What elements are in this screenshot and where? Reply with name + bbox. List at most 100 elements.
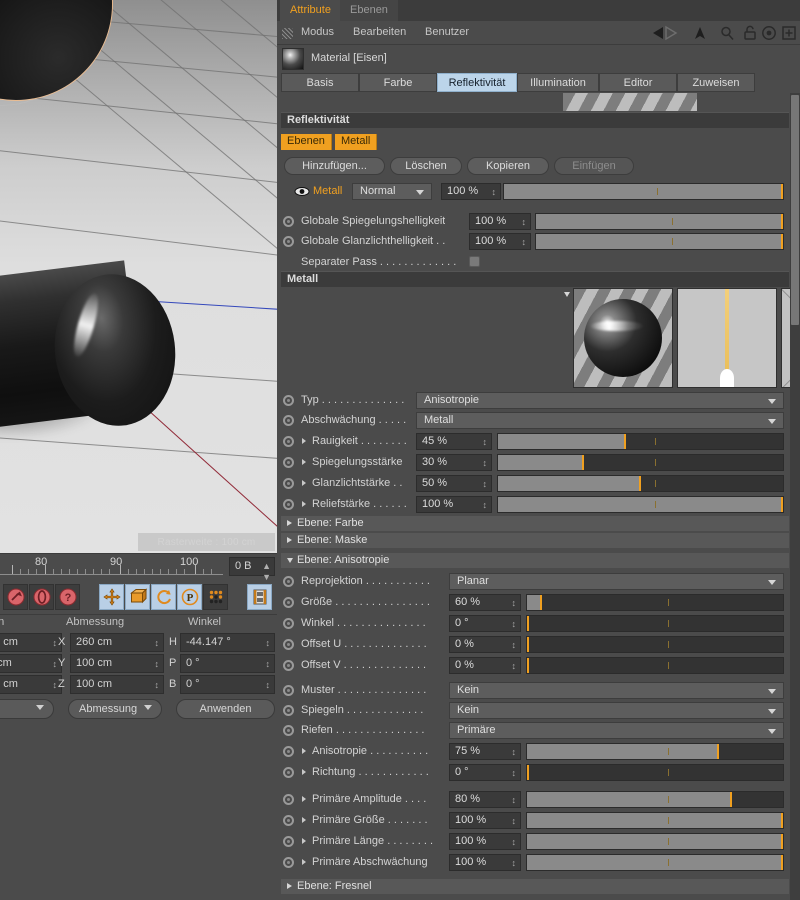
spinner-icon[interactable]: ↕	[266, 676, 271, 693]
tab-illumination[interactable]: Illumination	[517, 73, 599, 92]
expand-arrow-icon[interactable]	[302, 769, 306, 775]
reprojektion-dropdown[interactable]: Planar	[449, 573, 784, 590]
spinner-icon[interactable]: ↕	[512, 660, 517, 672]
offset-v-slider[interactable]	[526, 657, 784, 674]
global-reflection-field[interactable]: 100 % ↕	[469, 213, 531, 230]
lock-icon[interactable]	[742, 25, 758, 44]
dimension-x-field[interactable]: 260 cm ↕	[70, 633, 164, 652]
animate-radio-icon[interactable]	[283, 660, 294, 671]
position-z-field[interactable]: 87 cm ↕	[0, 675, 62, 694]
spinner-icon[interactable]: ↕	[483, 436, 488, 448]
help-question-icon[interactable]: ?	[55, 584, 80, 610]
animate-radio-icon[interactable]	[283, 815, 294, 826]
layer-blend-dropdown[interactable]: Normal	[352, 183, 432, 200]
animate-radio-icon[interactable]	[283, 725, 294, 736]
menu-bearbeiten[interactable]: Bearbeiten	[353, 26, 406, 38]
layer-row-metall[interactable]: Metall Normal 100 % ↕	[277, 181, 800, 203]
spiegelungsstaerke-slider[interactable]	[497, 454, 784, 471]
position-y-field[interactable]: 5 cm ↕	[0, 654, 62, 673]
groesse-slider[interactable]	[526, 594, 784, 611]
current-frame-field[interactable]: 0 B ▲ ▼	[229, 557, 275, 582]
angle-b-field[interactable]: 0 ° ↕	[180, 675, 275, 694]
animate-radio-icon[interactable]	[283, 767, 294, 778]
move-lock-icon[interactable]	[3, 584, 28, 610]
spinner-icon[interactable]: ↕	[512, 794, 517, 806]
subtab-metall[interactable]: Metall	[335, 134, 378, 150]
eye-icon[interactable]	[294, 186, 310, 197]
spinner-icon[interactable]: ↕	[522, 236, 527, 248]
offset-u-slider[interactable]	[526, 636, 784, 653]
expand-arrow-icon[interactable]	[302, 438, 306, 444]
primaere-groesse-slider[interactable]	[526, 812, 784, 829]
expand-arrow-icon[interactable]	[302, 501, 306, 507]
animate-radio-icon[interactable]	[283, 576, 294, 587]
sphere-object[interactable]	[0, 0, 112, 100]
subtab-ebenen[interactable]: Ebenen	[281, 134, 332, 150]
dots-grid-icon[interactable]	[203, 584, 228, 610]
animate-radio-icon[interactable]	[283, 746, 294, 757]
coord-size-dropdown[interactable]: Abmessung	[68, 699, 162, 719]
primaere-abschwaechung-slider[interactable]	[526, 854, 784, 871]
tab-attribute[interactable]: Attribute	[280, 0, 341, 21]
expand-arrow-icon[interactable]	[302, 817, 306, 823]
plus-icon[interactable]	[781, 25, 797, 44]
animate-radio-icon[interactable]	[283, 705, 294, 716]
sublayer-header-farbe[interactable]: Ebene: Farbe	[281, 516, 789, 531]
separate-pass-checkbox[interactable]	[469, 256, 480, 267]
riefen-dropdown[interactable]: Primäre	[449, 722, 784, 739]
animate-radio-icon[interactable]	[283, 597, 294, 608]
animate-radio-icon[interactable]	[283, 216, 294, 227]
animate-radio-icon[interactable]	[283, 415, 294, 426]
delete-layer-button[interactable]: Löschen	[390, 157, 462, 175]
muster-dropdown[interactable]: Kein	[449, 682, 784, 699]
anisotropie-field[interactable]: 75 % ↕	[449, 743, 521, 760]
tab-ebenen[interactable]: Ebenen	[340, 0, 398, 21]
menu-benutzer[interactable]: Benutzer	[425, 26, 469, 38]
add-layer-button[interactable]: Hinzufügen...	[284, 157, 385, 175]
tab-reflektivitaet[interactable]: Reflektivität	[437, 73, 517, 92]
spinner-icon[interactable]: ↕	[483, 499, 488, 511]
dimension-z-field[interactable]: 100 cm ↕	[70, 675, 164, 694]
spinner-icon[interactable]: ↕	[512, 618, 517, 630]
spinner-icon[interactable]: ↕	[512, 597, 517, 609]
drag-handle-icon[interactable]	[282, 28, 293, 39]
richtung-field[interactable]: 0 ° ↕	[449, 764, 521, 781]
spinner-icon[interactable]: ↕	[155, 634, 160, 651]
primaere-laenge-field[interactable]: 100 % ↕	[449, 833, 521, 850]
tab-editor[interactable]: Editor	[599, 73, 677, 92]
scrollbar-thumb[interactable]	[791, 95, 799, 325]
animate-radio-icon[interactable]	[283, 857, 294, 868]
spinner-icon[interactable]: ↕	[512, 857, 517, 869]
spinner-icon[interactable]: ↕	[53, 676, 58, 693]
anisotropie-slider[interactable]	[526, 743, 784, 760]
spinner-icon[interactable]: ↕	[155, 676, 160, 693]
spinner-icon[interactable]: ↕	[492, 186, 497, 198]
abschwaechung-dropdown[interactable]: Metall	[416, 412, 784, 429]
dimension-y-field[interactable]: 100 cm ↕	[70, 654, 164, 673]
frame-spinner-icon[interactable]: ▲ ▼	[262, 561, 271, 583]
expand-arrow-icon[interactable]	[302, 859, 306, 865]
expand-arrow-icon[interactable]	[302, 838, 306, 844]
rauigkeit-field[interactable]: 45 % ↕	[416, 433, 492, 450]
copy-layer-button[interactable]: Kopieren	[467, 157, 549, 175]
animate-radio-icon[interactable]	[283, 436, 294, 447]
expand-arrow-icon[interactable]	[302, 480, 306, 486]
spinner-icon[interactable]: ↕	[512, 836, 517, 848]
glanzlichtstaerke-slider[interactable]	[497, 475, 784, 492]
reliefstaerke-slider[interactable]	[497, 496, 784, 513]
spinner-icon[interactable]: ↕	[512, 815, 517, 827]
timeline-ruler[interactable]: 80 90 100	[0, 556, 223, 582]
offset-v-field[interactable]: 0 % ↕	[449, 657, 521, 674]
animate-radio-icon[interactable]	[283, 685, 294, 696]
spinner-icon[interactable]: ↕	[483, 478, 488, 490]
expand-arrow-icon[interactable]	[302, 796, 306, 802]
layer-opacity-slider[interactable]	[503, 183, 784, 200]
scale-tool-icon[interactable]	[125, 584, 150, 610]
spinner-icon[interactable]: ↕	[522, 216, 527, 228]
spinner-icon[interactable]: ↕	[53, 655, 58, 672]
spinner-icon[interactable]: ↕	[512, 639, 517, 651]
spinner-icon[interactable]: ↕	[266, 634, 271, 651]
search-icon[interactable]	[719, 25, 735, 44]
tab-zuweisen[interactable]: Zuweisen	[677, 73, 755, 92]
rotate-lock-icon[interactable]	[29, 584, 54, 610]
